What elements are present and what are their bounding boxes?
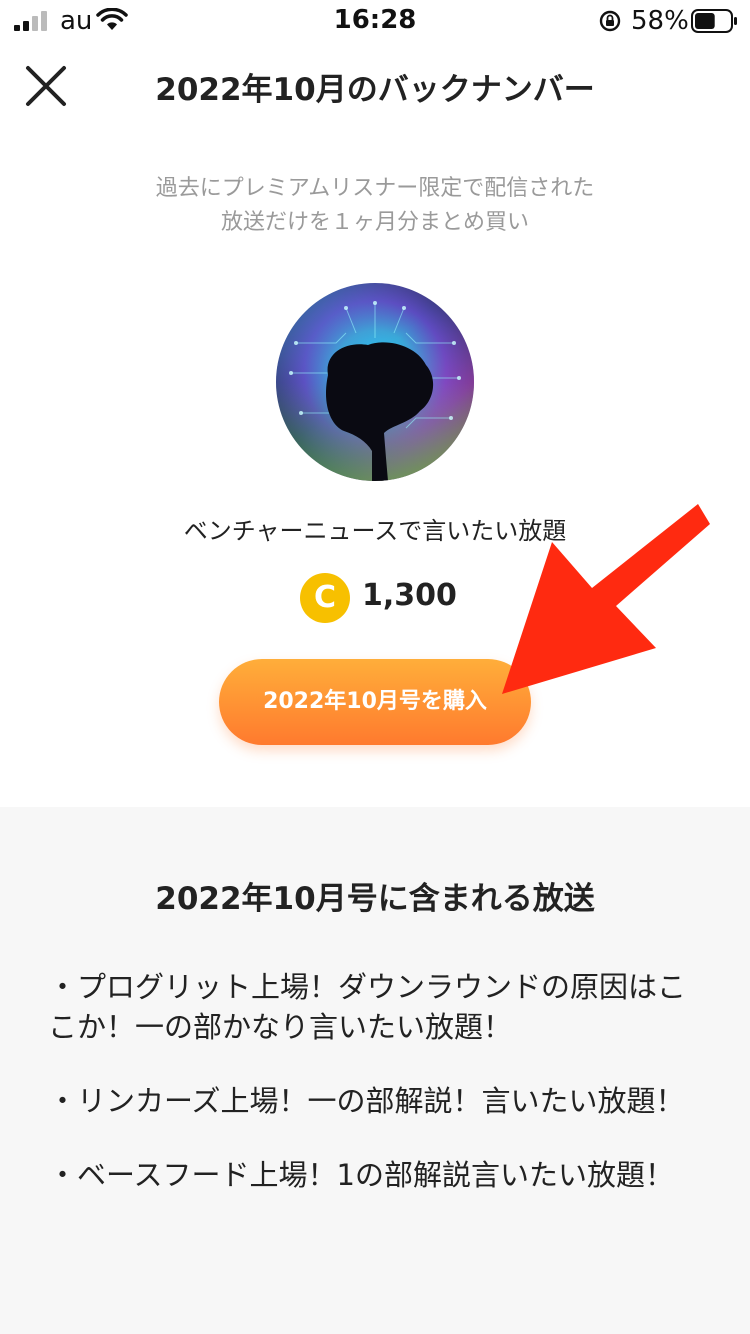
- battery-icon: [691, 9, 737, 33]
- description: 過去にプレミアムリスナー限定で配信された 放送だけを１ヶ月分まとめ買い: [0, 172, 750, 240]
- coin-icon: C: [300, 573, 350, 623]
- list-item: ・プログリット上場！ダウンラウンドの原因はここか！一の部かなり言いたい放題！: [48, 970, 687, 1044]
- episodes-title: 2022年10月号に含まれる放送: [155, 881, 595, 917]
- price-amount: 1,300: [362, 578, 457, 613]
- episodes-section: 2022年10月号に含まれる放送 ・プログリット上場！ダウンラウンドの原因はここ…: [0, 807, 750, 1334]
- battery-percentage: 58%: [631, 6, 689, 36]
- show-artwork: [276, 283, 474, 481]
- episode-list: ・プログリット上場！ダウンラウンドの原因はここか！一の部かなり言いたい放題！ ・…: [48, 967, 708, 1229]
- status-bar: au 16:28 58%: [0, 0, 750, 42]
- list-item: ・ベースフード上場！1の部解説言いたい放題！: [48, 1158, 675, 1192]
- purchase-button[interactable]: 2022年10月号を購入: [219, 659, 531, 745]
- page-title: 2022年10月のバックナンバー: [155, 72, 595, 108]
- annotation-arrow-icon: [502, 504, 710, 694]
- description-line-1: 過去にプレミアムリスナー限定で配信された: [155, 176, 595, 201]
- coin-symbol: C: [313, 580, 337, 615]
- rotation-lock-icon: [599, 10, 621, 32]
- brain-artwork-image: [276, 283, 474, 481]
- list-item: ・リンカーズ上場！一の部解説！言いたい放題！: [48, 1084, 685, 1118]
- price-row: C 1,300: [300, 573, 470, 623]
- description-line-2: 放送だけを１ヶ月分まとめ買い: [220, 210, 529, 235]
